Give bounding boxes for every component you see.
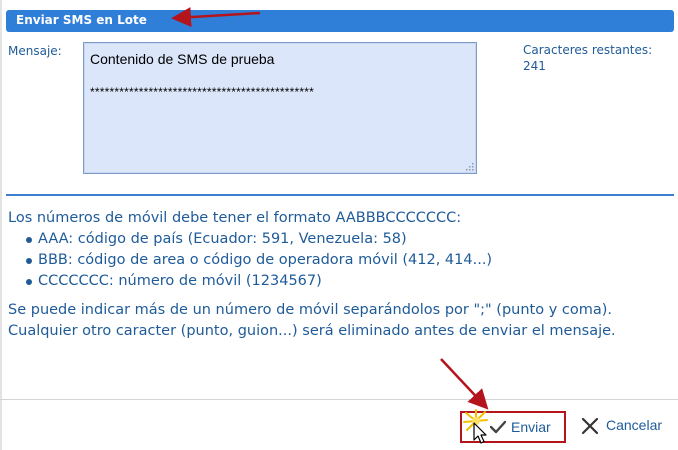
dialog-title-bar: Enviar SMS en Lote bbox=[6, 10, 674, 32]
dialog-title: Enviar SMS en Lote bbox=[16, 13, 147, 27]
mouse-cursor-icon bbox=[473, 422, 487, 444]
message-textarea[interactable]: Contenido de SMS de prueba *************… bbox=[83, 42, 477, 174]
cancel-button[interactable]: Cancelar bbox=[578, 413, 674, 439]
resize-grip-icon[interactable] bbox=[464, 161, 474, 171]
close-icon bbox=[581, 417, 599, 435]
message-label: Mensaje: bbox=[8, 44, 62, 58]
message-text-line-1: Contenido de SMS de prueba bbox=[90, 51, 275, 67]
chars-remaining-value: 241 bbox=[523, 59, 546, 73]
format-list: AAA: código de país (Ecuador: 591, Venez… bbox=[8, 229, 673, 292]
footer-divider bbox=[0, 399, 678, 400]
cancel-label: Cancelar bbox=[606, 417, 663, 433]
format-intro: Los números de móvil debe tener el forma… bbox=[8, 210, 462, 226]
window-left-edge bbox=[0, 0, 2, 450]
format-help: Los números de móvil debe tener el forma… bbox=[8, 208, 673, 342]
message-text-line-2: ****************************************… bbox=[90, 85, 315, 99]
format-item-number: CCCCCCC: número de móvil (1234567) bbox=[26, 271, 673, 292]
chars-remaining-label: Caracteres restantes: bbox=[523, 43, 653, 57]
check-icon bbox=[490, 420, 506, 434]
format-item-area: BBB: código de area o código de operador… bbox=[26, 250, 673, 271]
send-label: Enviar bbox=[511, 419, 551, 435]
format-note: Se puede indicar más de un número de móv… bbox=[8, 302, 616, 339]
format-item-country: AAA: código de país (Ecuador: 591, Venez… bbox=[26, 229, 673, 250]
section-divider bbox=[6, 194, 674, 196]
chars-remaining: Caracteres restantes: 241 bbox=[523, 42, 652, 74]
